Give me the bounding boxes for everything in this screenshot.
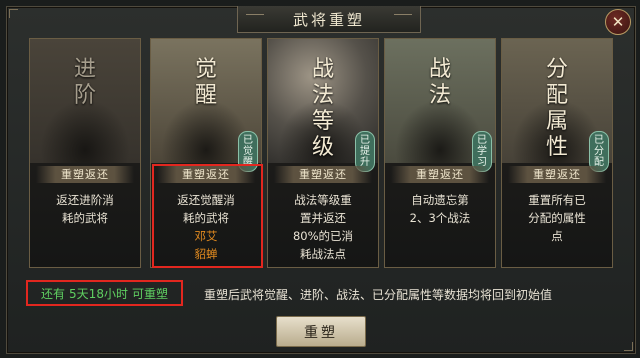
card-title-char: 阶 xyxy=(73,83,96,108)
card-description: 返还进阶消 耗的武将 xyxy=(36,191,134,227)
description-line: 分配的属性 xyxy=(528,211,586,225)
reset-label: 重塑返还 xyxy=(508,166,606,183)
card-description: 重置所有已分配的属性点 xyxy=(508,191,606,245)
status-badge-char: 已 xyxy=(594,135,604,146)
reset-label: 重塑返还 xyxy=(36,166,134,183)
card-row: 进阶重塑返还 返还进阶消 耗的武将觉醒已觉醒重塑返还 返还觉醒消 耗的武将 邓艾 貂蝉战法等… xyxy=(29,38,613,268)
description-line: 返还进阶消 xyxy=(56,193,114,207)
card-title: 进阶 xyxy=(30,57,140,109)
timer-prefix: 还有 xyxy=(41,286,66,301)
reset-label: 重塑返还 xyxy=(391,166,489,183)
corner-ornament xyxy=(9,9,18,18)
timer-suffix: 可重塑 xyxy=(131,286,168,301)
card-title-char: 分 xyxy=(545,57,568,82)
timer-value: 5天18小时 xyxy=(69,286,128,301)
card-title-char: 级 xyxy=(311,135,334,160)
description-line: 耗的武将 xyxy=(62,211,108,225)
rebuild-card[interactable]: 战法已学习重塑返还 自动遗忘第 2、3个战法 xyxy=(384,38,496,268)
card-description: 自动遗忘第 2、3个战法 xyxy=(391,191,489,227)
card-title-char: 法 xyxy=(428,83,451,108)
card-title-char: 等 xyxy=(311,109,334,134)
status-badge-char: 已 xyxy=(477,135,487,146)
description-line: 点 xyxy=(551,229,563,243)
card-title: 觉醒 xyxy=(151,57,261,109)
card-title-char: 法 xyxy=(311,83,334,108)
card-title: 战法 xyxy=(385,57,495,109)
rebuild-card[interactable]: 分配属性已分配重塑返还 重置所有已 分配的属性点 xyxy=(501,38,613,268)
card-title-char: 醒 xyxy=(194,83,217,108)
description-line: 80%的已消 xyxy=(292,229,354,243)
description-line: 自动遗忘第 xyxy=(411,193,469,207)
description-line: 置并返还 xyxy=(300,211,346,225)
rebuild-note: 重塑后武将觉醒、进阶、战法、已分配属性等数据均将回到初始值 xyxy=(204,288,553,302)
card-title-char: 属 xyxy=(545,109,568,134)
rebuild-card[interactable]: 进阶重塑返还返还进阶消耗的武将 xyxy=(29,38,141,268)
card-title-char: 进 xyxy=(73,57,96,82)
reset-label: 重塑返还 xyxy=(274,166,372,183)
card-title-char: 战 xyxy=(311,57,334,82)
dialog-title: 武将重塑 xyxy=(237,6,421,33)
description-line: 重置所有已 xyxy=(528,193,586,207)
card-description: 战法等级重置并返还 80%的已消 耗战法点 xyxy=(274,191,372,263)
status-badge-char: 已 xyxy=(360,135,370,146)
description-line: 2、3个战法 xyxy=(409,211,471,225)
status-badge-char: 分 xyxy=(594,146,604,157)
card-title-char: 觉 xyxy=(194,57,217,82)
rebuild-button[interactable]: 重塑 xyxy=(276,316,366,347)
corner-ornament xyxy=(624,342,633,351)
status-badge-char: 提 xyxy=(360,146,370,157)
description-line: 耗战法点 xyxy=(300,247,346,261)
rebuild-card[interactable]: 战法等级已提升重塑返还 战法等级重 置并返还 80%的已消 耗战法点 xyxy=(267,38,379,268)
card-title-char: 性 xyxy=(545,135,568,160)
card-title-char: 配 xyxy=(545,83,568,108)
status-badge-char: 学 xyxy=(477,146,487,157)
rebuild-timer: 还有 5天18小时 可重塑 xyxy=(26,280,183,306)
description-line: 战法等级重 xyxy=(294,193,352,207)
card-title-char: 战 xyxy=(428,57,451,82)
awaken-highlight-box xyxy=(152,164,263,268)
status-badge-char: 已 xyxy=(243,135,253,146)
status-badge-char: 觉 xyxy=(243,146,253,157)
close-icon[interactable]: ✕ xyxy=(605,9,631,35)
